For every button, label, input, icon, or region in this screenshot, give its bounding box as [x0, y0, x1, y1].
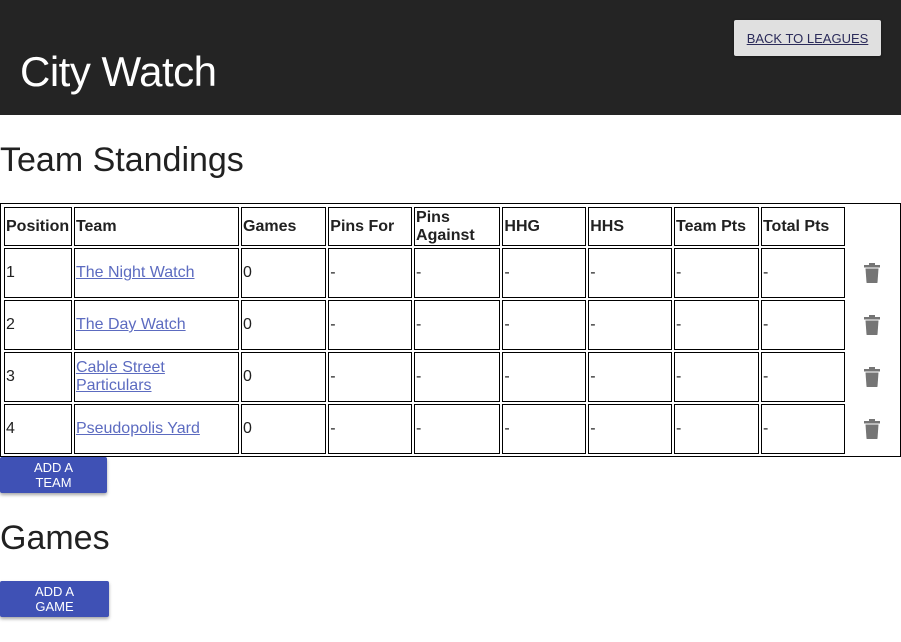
- cell-pins-for: -: [328, 300, 413, 350]
- column-header-pins-against: Pins Against: [414, 207, 501, 246]
- table-row: 2 The Day Watch 0- - - - - -: [4, 300, 898, 350]
- back-to-leagues-button[interactable]: BACK TO LEAGUES: [734, 20, 881, 56]
- trash-icon[interactable]: [864, 367, 881, 387]
- cell-hhs: -: [588, 404, 673, 454]
- cell-team: Cable Street Particulars: [73, 352, 240, 402]
- cell-pins-for: -: [328, 248, 413, 298]
- cell-hhg: -: [502, 404, 587, 454]
- cell-team-pts: -: [674, 300, 759, 350]
- column-header-hhs: HHS: [588, 207, 673, 246]
- cell-team: The Night Watch: [73, 248, 240, 298]
- team-link[interactable]: Pseudopolis Yard: [76, 420, 200, 437]
- column-header-position: Position: [4, 207, 72, 246]
- cell-position: 2: [4, 300, 72, 350]
- cell-team: Pseudopolis Yard: [73, 404, 240, 454]
- table-row: 4 Pseudopolis Yard 0- - - - - -: [4, 404, 898, 454]
- table-header-row: Position Team Games Pins For Pins Agains…: [4, 207, 898, 246]
- add-team-button[interactable]: ADD A TEAM: [0, 457, 107, 493]
- table-row: 1 The Night Watch 0- - - - - -: [4, 248, 898, 298]
- column-header-team-pts: Team Pts: [674, 207, 759, 246]
- cell-position: 1: [4, 248, 72, 298]
- cell-pins-against: -: [414, 404, 501, 454]
- trash-icon[interactable]: [864, 419, 881, 439]
- cell-total-pts: -: [760, 300, 845, 350]
- standings-table-container: Position Team Games Pins For Pins Agains…: [0, 203, 901, 457]
- cell-total-pts: -: [760, 404, 845, 454]
- table-row: 3 Cable Street Particulars 0- - - - - -: [4, 352, 898, 402]
- cell-hhg: -: [502, 352, 587, 402]
- cell-pins-against: -: [414, 248, 501, 298]
- cell-hhs: -: [588, 300, 673, 350]
- column-header-total-pts: Total Pts: [760, 207, 845, 246]
- cell-pins-for: -: [328, 404, 413, 454]
- cell-pins-against: -: [414, 352, 501, 402]
- cell-team-pts: -: [674, 248, 759, 298]
- cell-actions: [847, 404, 898, 454]
- cell-total-pts: -: [760, 248, 845, 298]
- column-header-games: Games: [241, 207, 327, 246]
- cell-hhs: -: [588, 352, 673, 402]
- add-game-button[interactable]: ADD A GAME: [0, 581, 109, 617]
- cell-team-pts: -: [674, 352, 759, 402]
- cell-actions: [847, 300, 898, 350]
- cell-actions: [847, 352, 898, 402]
- cell-games: 0: [241, 352, 327, 402]
- games-heading: Games: [0, 519, 110, 557]
- column-header-team: Team: [73, 207, 240, 246]
- cell-position: 4: [4, 404, 72, 454]
- cell-pins-against: -: [414, 300, 501, 350]
- cell-actions: [847, 248, 898, 298]
- team-link[interactable]: The Day Watch: [76, 316, 186, 333]
- app-header: City Watch BACK TO LEAGUES: [0, 0, 901, 115]
- cell-hhs: -: [588, 248, 673, 298]
- cell-total-pts: -: [760, 352, 845, 402]
- column-header-actions: [847, 207, 898, 246]
- team-standings-heading: Team Standings: [0, 141, 244, 179]
- trash-icon[interactable]: [864, 315, 881, 335]
- cell-hhg: -: [502, 300, 587, 350]
- cell-team-pts: -: [674, 404, 759, 454]
- cell-pins-for: -: [328, 352, 413, 402]
- trash-icon[interactable]: [864, 263, 881, 283]
- cell-team: The Day Watch: [73, 300, 240, 350]
- cell-games: 0: [241, 300, 327, 350]
- standings-table: Position Team Games Pins For Pins Agains…: [2, 205, 900, 456]
- cell-hhg: -: [502, 248, 587, 298]
- cell-position: 3: [4, 352, 72, 402]
- cell-games: 0: [241, 404, 327, 454]
- team-link[interactable]: Cable Street Particulars: [76, 359, 165, 394]
- column-header-pins-for: Pins For: [328, 207, 413, 246]
- column-header-hhg: HHG: [502, 207, 587, 246]
- cell-games: 0: [241, 248, 327, 298]
- team-link[interactable]: The Night Watch: [76, 264, 195, 281]
- league-title: City Watch: [20, 48, 217, 95]
